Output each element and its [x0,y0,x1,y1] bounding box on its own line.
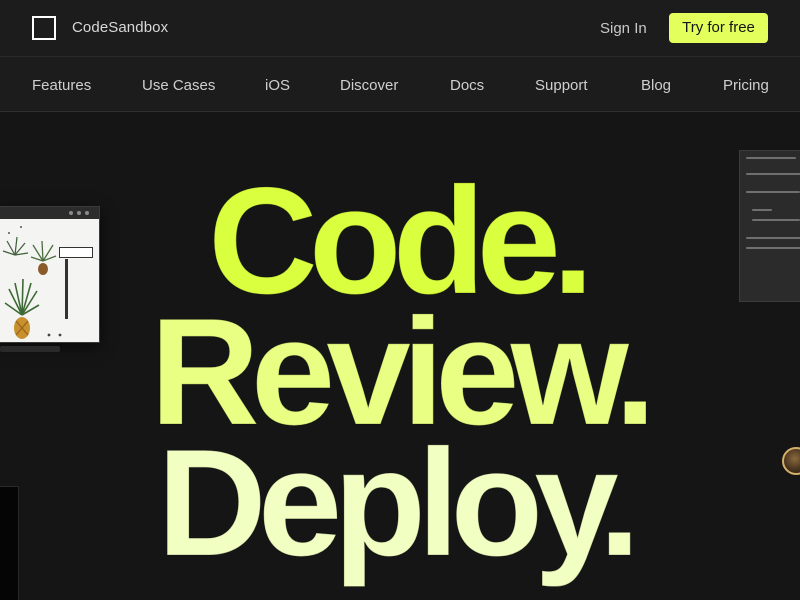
hero-headline-deploy: Deploy. [157,418,642,588]
user-avatar-icon [782,447,800,475]
code-line [746,247,800,249]
preview-panel-caption [0,346,60,352]
sign-in-link[interactable]: Sign In [600,20,647,37]
code-line [746,237,800,239]
page: CodeSandbox Sign In Try for free Feature… [0,0,800,600]
brand-name[interactable]: CodeSandbox [72,19,168,36]
codesandbox-logo-icon[interactable] [32,16,56,40]
nav-item-features[interactable]: Features [32,77,91,94]
code-line [746,173,800,175]
try-for-free-button[interactable]: Try for free [669,13,768,43]
nav-item-support[interactable]: Support [535,77,588,94]
code-line [752,219,800,221]
nav-item-use-cases[interactable]: Use Cases [142,77,215,94]
preview-panel-code [739,150,800,302]
nav-item-ios[interactable]: iOS [265,77,290,94]
nav-item-discover[interactable]: Discover [340,77,398,94]
preview-panel-dark [0,486,19,600]
code-line [746,191,800,193]
top-bar: CodeSandbox Sign In Try for free [0,0,800,56]
code-line [752,209,772,211]
preview-input-field [59,247,93,258]
nav-item-blog[interactable]: Blog [641,77,671,94]
nav-item-pricing[interactable]: Pricing [723,77,769,94]
preview-panel-botanical [0,206,100,343]
pineapple-plant-illustration-icon [2,226,62,339]
main-nav: Features Use Cases iOS Discover Docs Sup… [0,56,800,112]
nav-item-docs[interactable]: Docs [450,77,484,94]
code-line [746,157,796,159]
preview-slider-bar [65,259,68,319]
